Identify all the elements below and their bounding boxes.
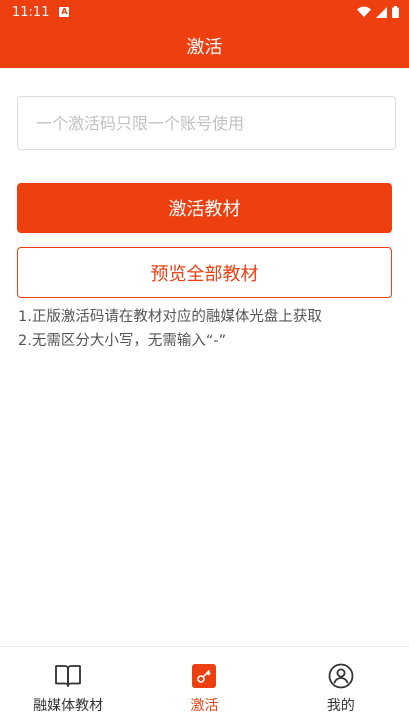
nav-label: 融媒体教材 <box>33 698 104 714</box>
activate-button[interactable]: 激活教材 <box>17 183 392 233</box>
nav-label: 激活 <box>190 698 219 714</box>
app-root: 11:11 A 激活 激活教材 预览全部教材 1.正版激活码请在教材对应的融媒体… <box>0 0 409 728</box>
note-line: 1.正版激活码请在教材对应的融媒体光盘上获取 <box>18 309 322 325</box>
signal-icon <box>376 6 387 18</box>
a-badge-icon: A <box>59 7 70 17</box>
status-left: 11:11 A <box>12 4 70 20</box>
title-bar: 激活 <box>0 24 409 68</box>
status-right <box>357 6 399 18</box>
wifi-icon <box>357 6 371 18</box>
user-icon <box>328 663 354 689</box>
nav-label: 我的 <box>326 698 355 714</box>
bottom-nav: 融媒体教材 激活 我的 <box>0 646 409 728</box>
battery-icon <box>392 6 399 18</box>
note-line: 2.无需区分大小写，无需输入“-” <box>18 333 227 349</box>
status-time: 11:11 <box>12 4 50 20</box>
key-icon <box>192 663 217 689</box>
status-bar: 11:11 A <box>0 0 409 24</box>
preview-button-label: 预览全部教材 <box>150 263 259 285</box>
book-icon <box>54 663 82 689</box>
nav-item-textbooks[interactable]: 融媒体教材 <box>0 647 136 728</box>
activation-code-input[interactable] <box>17 96 396 150</box>
preview-all-button[interactable]: 预览全部教材 <box>17 247 392 298</box>
activation-notes: 1.正版激活码请在教材对应的融媒体光盘上获取 2.无需区分大小写，无需输入“-” <box>18 305 398 353</box>
page-title: 激活 <box>186 37 223 58</box>
nav-item-activate[interactable]: 激活 <box>136 647 272 728</box>
nav-item-mine[interactable]: 我的 <box>273 647 409 728</box>
activate-button-label: 激活教材 <box>168 199 241 220</box>
